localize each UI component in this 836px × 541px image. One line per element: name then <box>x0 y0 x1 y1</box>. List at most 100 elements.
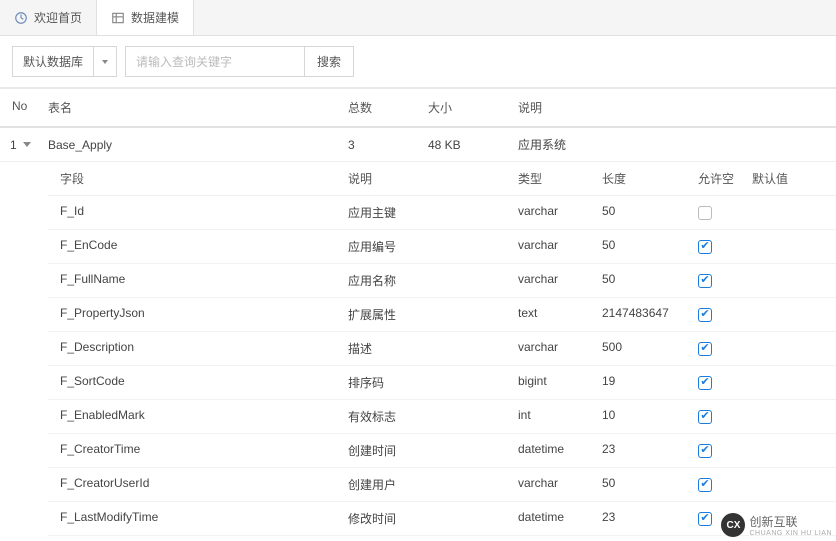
search-button[interactable]: 搜索 <box>305 46 354 77</box>
checkbox-icon[interactable]: ✔ <box>698 240 712 254</box>
checkbox-icon[interactable]: ✔ <box>698 274 712 288</box>
field-row[interactable]: F_EnabledMark有效标志int10✔ <box>48 400 836 434</box>
field-def <box>752 204 836 221</box>
field-def <box>752 476 836 493</box>
field-desc: 扩展属性 <box>348 306 518 323</box>
checkbox-icon[interactable]: ✔ <box>698 342 712 356</box>
field-name: F_EnCode <box>48 238 348 255</box>
field-null: ✔ <box>698 238 752 255</box>
field-null <box>698 204 752 221</box>
col-name: 表名 <box>48 99 348 116</box>
field-row[interactable]: F_FullName应用名称varchar50✔ <box>48 264 836 298</box>
field-name: F_PropertyJson <box>48 306 348 323</box>
field-row[interactable]: F_LastModifyTime修改时间datetime23✔ <box>48 502 836 536</box>
field-desc: 排序码 <box>348 374 518 391</box>
field-type: datetime <box>518 510 602 527</box>
field-null: ✔ <box>698 340 752 357</box>
watermark-brand: 创新互联 <box>749 513 832 530</box>
fields-header: 字段 说明 类型 长度 允许空 默认值 <box>48 162 836 196</box>
field-desc: 创建用户 <box>348 476 518 493</box>
field-desc: 应用名称 <box>348 272 518 289</box>
sc-def: 默认值 <box>752 170 836 187</box>
tab-bar: 欢迎首页 数据建模 <box>0 0 836 36</box>
field-row[interactable]: F_CreatorUserId创建用户varchar50✔ <box>48 468 836 502</box>
field-null: ✔ <box>698 476 752 493</box>
field-len: 50 <box>602 476 698 493</box>
field-type: text <box>518 306 602 323</box>
sc-type: 类型 <box>518 170 602 187</box>
checkbox-icon[interactable]: ✔ <box>698 376 712 390</box>
field-name: F_CreatorUserId <box>48 476 348 493</box>
watermark: CX 创新互联 CHUANG XIN HU LIAN <box>721 513 832 537</box>
search-group: 搜索 <box>125 46 354 77</box>
field-def <box>752 374 836 391</box>
field-type: int <box>518 408 602 425</box>
field-type: varchar <box>518 476 602 493</box>
col-total: 总数 <box>348 99 428 116</box>
db-select-dropdown[interactable] <box>94 46 117 77</box>
field-desc: 创建时间 <box>348 442 518 459</box>
field-row[interactable]: F_Description描述varchar500✔ <box>48 332 836 366</box>
field-len: 500 <box>602 340 698 357</box>
field-len: 19 <box>602 374 698 391</box>
field-name: F_Id <box>48 204 348 221</box>
dashboard-icon <box>14 11 28 25</box>
field-desc: 应用编号 <box>348 238 518 255</box>
row-total: 3 <box>348 138 428 152</box>
col-desc: 说明 <box>518 99 836 116</box>
checkbox-icon[interactable] <box>698 206 712 220</box>
field-row[interactable]: F_Id应用主键varchar50 <box>48 196 836 230</box>
checkbox-icon[interactable]: ✔ <box>698 308 712 322</box>
field-name: F_LastModifyTime <box>48 510 348 527</box>
row-name: Base_Apply <box>48 138 348 152</box>
field-name: F_Description <box>48 340 348 357</box>
field-len: 23 <box>602 510 698 527</box>
field-def <box>752 306 836 323</box>
field-len: 2147483647 <box>602 306 698 323</box>
field-null: ✔ <box>698 442 752 459</box>
tab-home[interactable]: 欢迎首页 <box>0 0 97 35</box>
field-len: 50 <box>602 272 698 289</box>
field-row[interactable]: F_EnCode应用编号varchar50✔ <box>48 230 836 264</box>
field-def <box>752 272 836 289</box>
checkbox-icon[interactable]: ✔ <box>698 478 712 492</box>
field-len: 10 <box>602 408 698 425</box>
sc-null: 允许空 <box>698 170 752 187</box>
field-len: 23 <box>602 442 698 459</box>
table-icon <box>111 11 125 25</box>
search-input[interactable] <box>125 46 305 77</box>
field-row[interactable]: F_CreatorTime创建时间datetime23✔ <box>48 434 836 468</box>
sc-desc: 说明 <box>348 170 518 187</box>
sc-field: 字段 <box>48 170 348 187</box>
field-type: datetime <box>518 442 602 459</box>
field-name: F_EnabledMark <box>48 408 348 425</box>
watermark-sub: CHUANG XIN HU LIAN <box>749 530 832 537</box>
row-no-cell: 1 <box>0 138 48 152</box>
field-name: F_SortCode <box>48 374 348 391</box>
tab-data-model[interactable]: 数据建模 <box>97 0 194 35</box>
checkbox-icon[interactable]: ✔ <box>698 512 712 526</box>
chevron-down-icon <box>102 60 108 64</box>
sc-len: 长度 <box>602 170 698 187</box>
field-row[interactable]: F_SortCode排序码bigint19✔ <box>48 366 836 400</box>
field-name: F_CreatorTime <box>48 442 348 459</box>
field-def <box>752 442 836 459</box>
row-size: 48 KB <box>428 138 518 152</box>
checkbox-icon[interactable]: ✔ <box>698 444 712 458</box>
expand-icon[interactable] <box>23 142 31 147</box>
field-desc: 有效标志 <box>348 408 518 425</box>
fields-body: F_Id应用主键varchar50F_EnCode应用编号varchar50✔F… <box>0 196 836 536</box>
field-row[interactable]: F_PropertyJson扩展属性text2147483647✔ <box>48 298 836 332</box>
field-desc: 修改时间 <box>348 510 518 527</box>
table-row[interactable]: 1 Base_Apply 3 48 KB 应用系统 <box>0 128 836 162</box>
db-select-button[interactable]: 默认数据库 <box>12 46 94 77</box>
checkbox-icon[interactable]: ✔ <box>698 410 712 424</box>
row-no: 1 <box>10 138 17 152</box>
field-type: varchar <box>518 272 602 289</box>
field-desc: 应用主键 <box>348 204 518 221</box>
tab-data-model-label: 数据建模 <box>131 9 179 26</box>
watermark-logo-icon: CX <box>721 513 745 537</box>
field-def <box>752 340 836 357</box>
tab-home-label: 欢迎首页 <box>34 9 82 26</box>
field-len: 50 <box>602 238 698 255</box>
